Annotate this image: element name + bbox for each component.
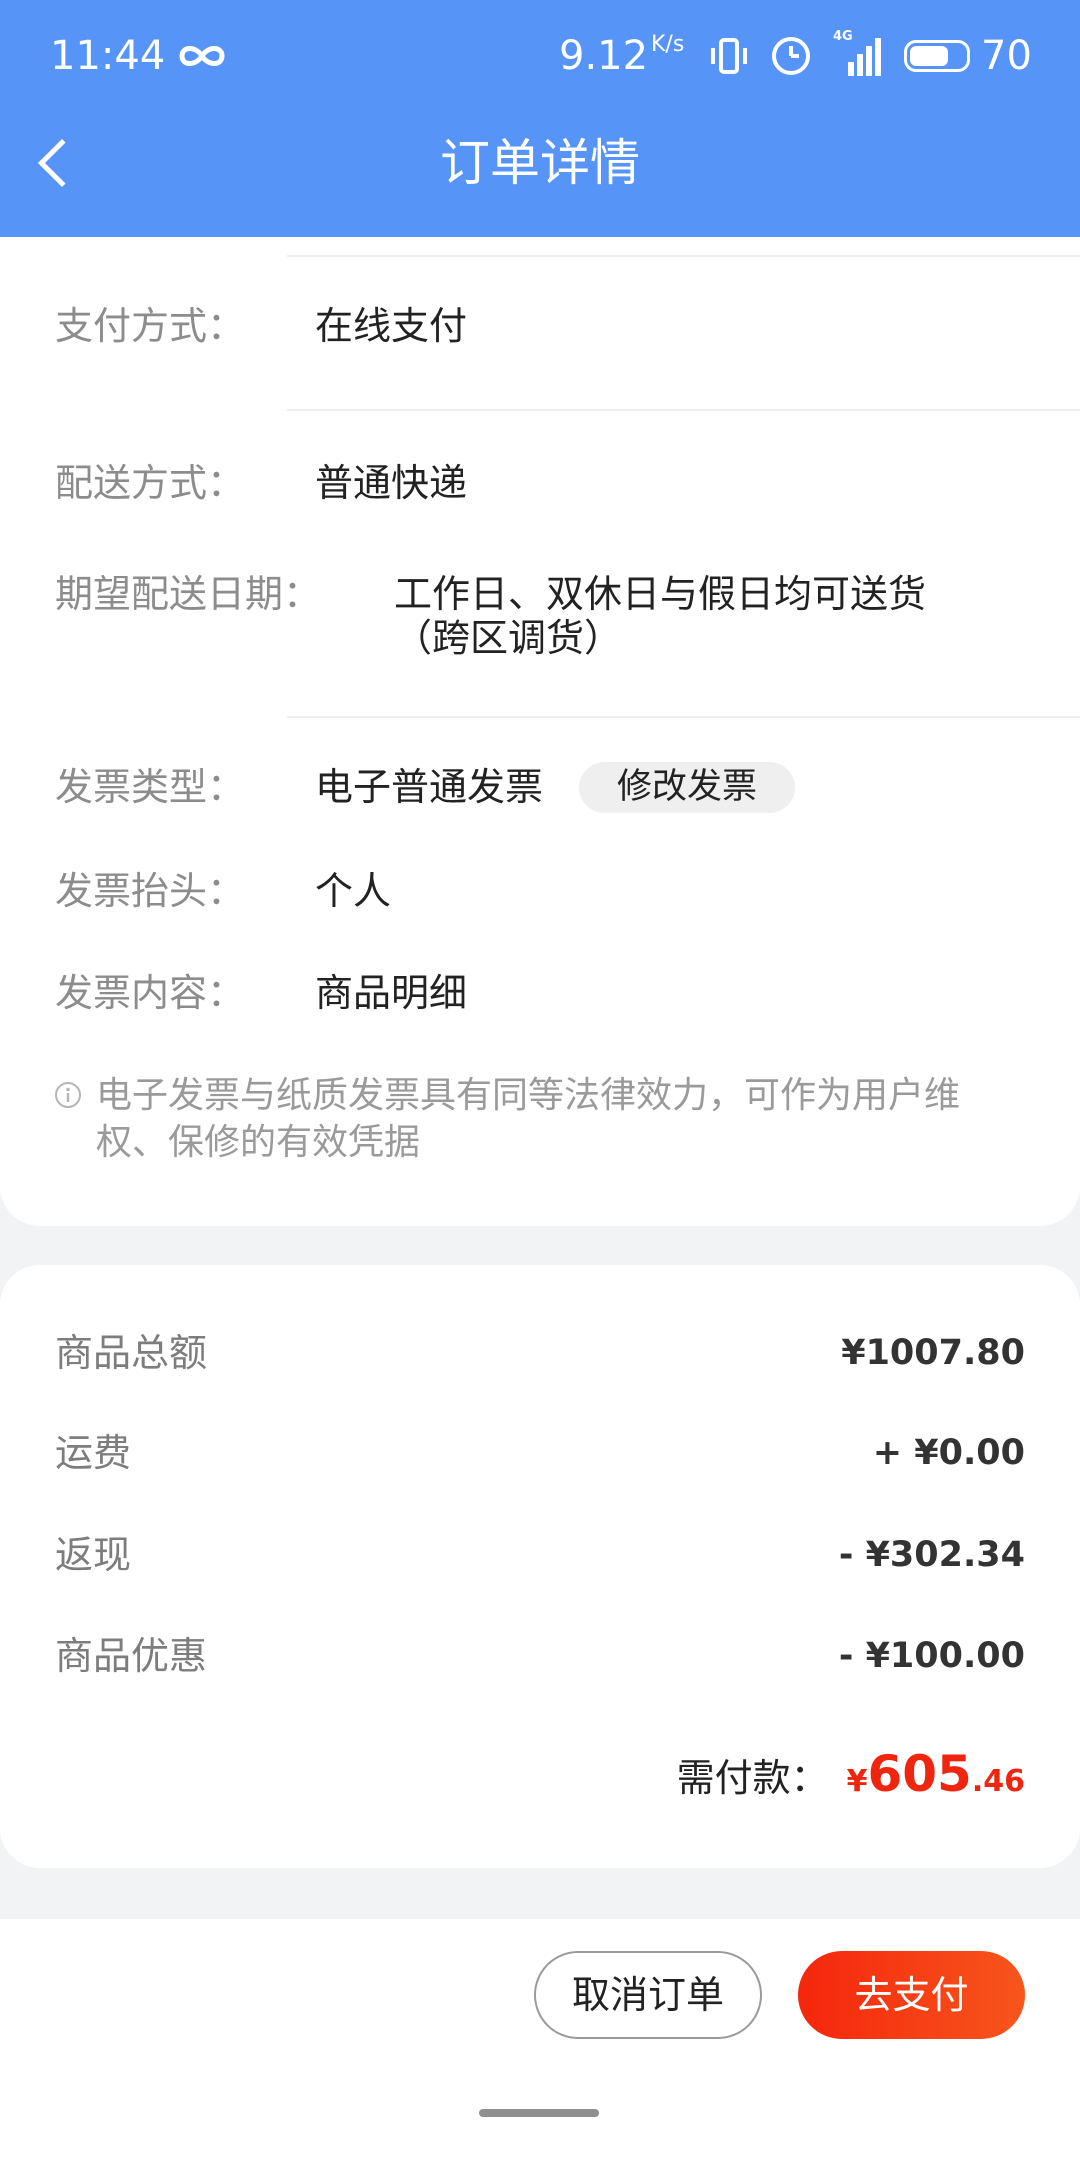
divider — [287, 716, 1080, 718]
payment-method-label: 支付方式： — [55, 304, 246, 348]
page-title: 订单详情 — [440, 134, 640, 192]
amount-due-decimal: .46 — [971, 1764, 1025, 1799]
pay-button[interactable]: 去支付 — [798, 1951, 1025, 2039]
battery-track — [910, 46, 964, 66]
invoice-title-value: 个人 — [315, 869, 392, 913]
discount-label: 商品优惠 — [55, 1634, 208, 1678]
invoice-note: 电子发票与纸质发票具有同等法律效力，可作为用户维权、保修的有效凭据 — [96, 1075, 961, 1163]
invoice-content-label: 发票内容： — [55, 971, 246, 1015]
cancel-order-button[interactable]: 取消订单 — [534, 1951, 762, 2039]
shipping-method-label: 配送方式： — [55, 461, 246, 505]
divider — [287, 255, 1080, 257]
infinity-icon — [179, 46, 225, 66]
network-speed-unit: K/s — [651, 32, 685, 57]
edit-invoice-button[interactable]: 修改发票 — [579, 762, 795, 813]
payment-method-value: 在线支付 — [315, 304, 468, 348]
battery-icon — [904, 40, 970, 72]
amount-due-currency: ¥ — [846, 1764, 868, 1799]
shipping-method-value: 普通快递 — [315, 461, 468, 505]
invoice-type-label: 发票类型： — [55, 765, 246, 809]
cashback-label: 返现 — [55, 1533, 132, 1577]
invoice-type-value: 电子普通发票 — [315, 765, 544, 809]
vibrate-icon — [711, 38, 747, 74]
invoice-title-label: 发票抬头： — [55, 869, 246, 913]
order-info-card: 支付方式： 在线支付 配送方式： 普通快递 期望配送日期： 工作日、双休日与假日… — [0, 237, 1080, 1226]
network-speed: 9.12 — [559, 33, 649, 79]
status-time: 11:44 — [50, 33, 166, 79]
info-icon — [55, 1082, 81, 1108]
battery-fill — [910, 46, 948, 66]
top-bar: 11:44 9.12 K/s 4G 70 订单详情 — [0, 0, 1080, 237]
discount-value: - ¥100.00 — [838, 1636, 1025, 1676]
delivery-date-value: 工作日、双休日与假日均可送货（跨区调货） — [394, 572, 927, 660]
cashback-value: - ¥302.34 — [838, 1535, 1025, 1575]
shipping-fee-value: + ¥0.00 — [872, 1433, 1025, 1473]
price-summary-card: 商品总额 ¥1007.80 运费 + ¥0.00 返现 - ¥302.34 商品… — [0, 1265, 1080, 1868]
battery-percent: 70 — [981, 33, 1032, 79]
bottom-action-bar: 取消订单 去支付 — [0, 1919, 1080, 2160]
amount-due-label: 需付款： — [676, 1756, 829, 1800]
signal-icon — [848, 38, 881, 76]
amount-due: 需付款： ¥ 605 .46 — [677, 1745, 1025, 1809]
delivery-date-label: 期望配送日期： — [55, 572, 322, 616]
subtotal-label: 商品总额 — [55, 1331, 208, 1375]
subtotal-value: ¥1007.80 — [841, 1333, 1025, 1373]
invoice-content-value: 商品明细 — [315, 971, 468, 1015]
amount-due-integer: 605 — [867, 1745, 972, 1803]
divider — [287, 409, 1080, 411]
shipping-fee-label: 运费 — [55, 1431, 132, 1475]
home-indicator[interactable] — [479, 2109, 599, 2117]
alarm-icon — [772, 37, 810, 75]
